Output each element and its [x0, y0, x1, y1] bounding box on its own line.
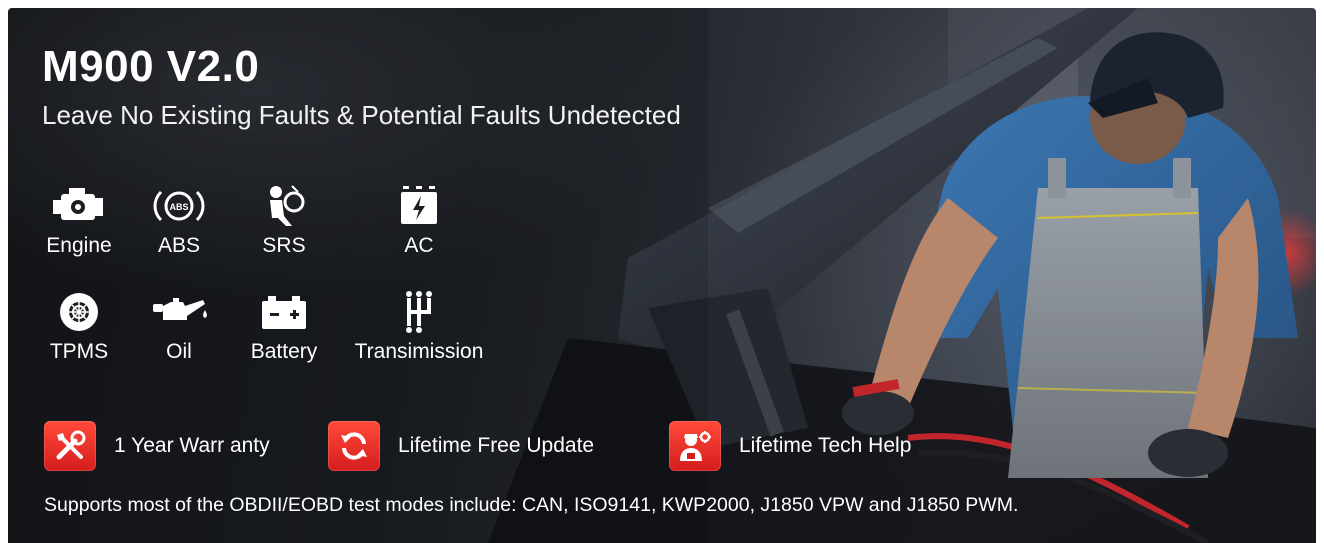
- feature-label: AC: [404, 234, 434, 257]
- badge-free-update: Lifetime Free Update: [328, 421, 594, 471]
- ac-icon: [401, 186, 437, 224]
- gear-shift-icon: [406, 291, 432, 333]
- badge-warranty: 1 Year Warr anty: [44, 421, 270, 471]
- tire-icon: [60, 293, 98, 331]
- feature-transmission: Transimission: [354, 290, 484, 364]
- feature-label: Engine: [46, 234, 112, 257]
- feature-srs: SRS: [219, 184, 349, 258]
- product-banner: M900 V2.0 Leave No Existing Faults & Pot…: [8, 8, 1316, 543]
- product-subtitle: Leave No Existing Faults & Potential Fau…: [42, 100, 681, 130]
- feature-label: TPMS: [49, 340, 109, 363]
- tools-icon: [44, 421, 96, 471]
- feature-label: Oil: [166, 340, 192, 363]
- oil-can-icon: [153, 298, 207, 320]
- product-title: M900 V2.0: [42, 42, 260, 91]
- svg-text:ABS: ABS: [169, 202, 188, 212]
- refresh-icon: [328, 421, 380, 471]
- feature-label: Battery: [250, 340, 318, 363]
- feature-battery: Battery: [219, 290, 349, 364]
- battery-icon: [262, 296, 306, 329]
- feature-ac: AC: [354, 184, 484, 258]
- airbag-icon: [270, 185, 305, 226]
- supported-protocols-note: Supports most of the OBDII/EOBD test mod…: [44, 494, 1019, 516]
- badge-label: Lifetime Free Update: [398, 434, 595, 457]
- feature-label: ABS: [157, 234, 201, 257]
- abs-icon: ABS: [153, 190, 205, 222]
- engine-icon: [53, 188, 103, 220]
- feature-label: SRS: [262, 234, 306, 257]
- feature-label: Transimission: [354, 340, 484, 363]
- technician-icon: [669, 421, 721, 471]
- badge-label: Lifetime Tech Help: [739, 434, 912, 457]
- badge-tech-help: Lifetime Tech Help: [669, 421, 911, 471]
- badge-label: 1 Year Warr anty: [114, 434, 270, 457]
